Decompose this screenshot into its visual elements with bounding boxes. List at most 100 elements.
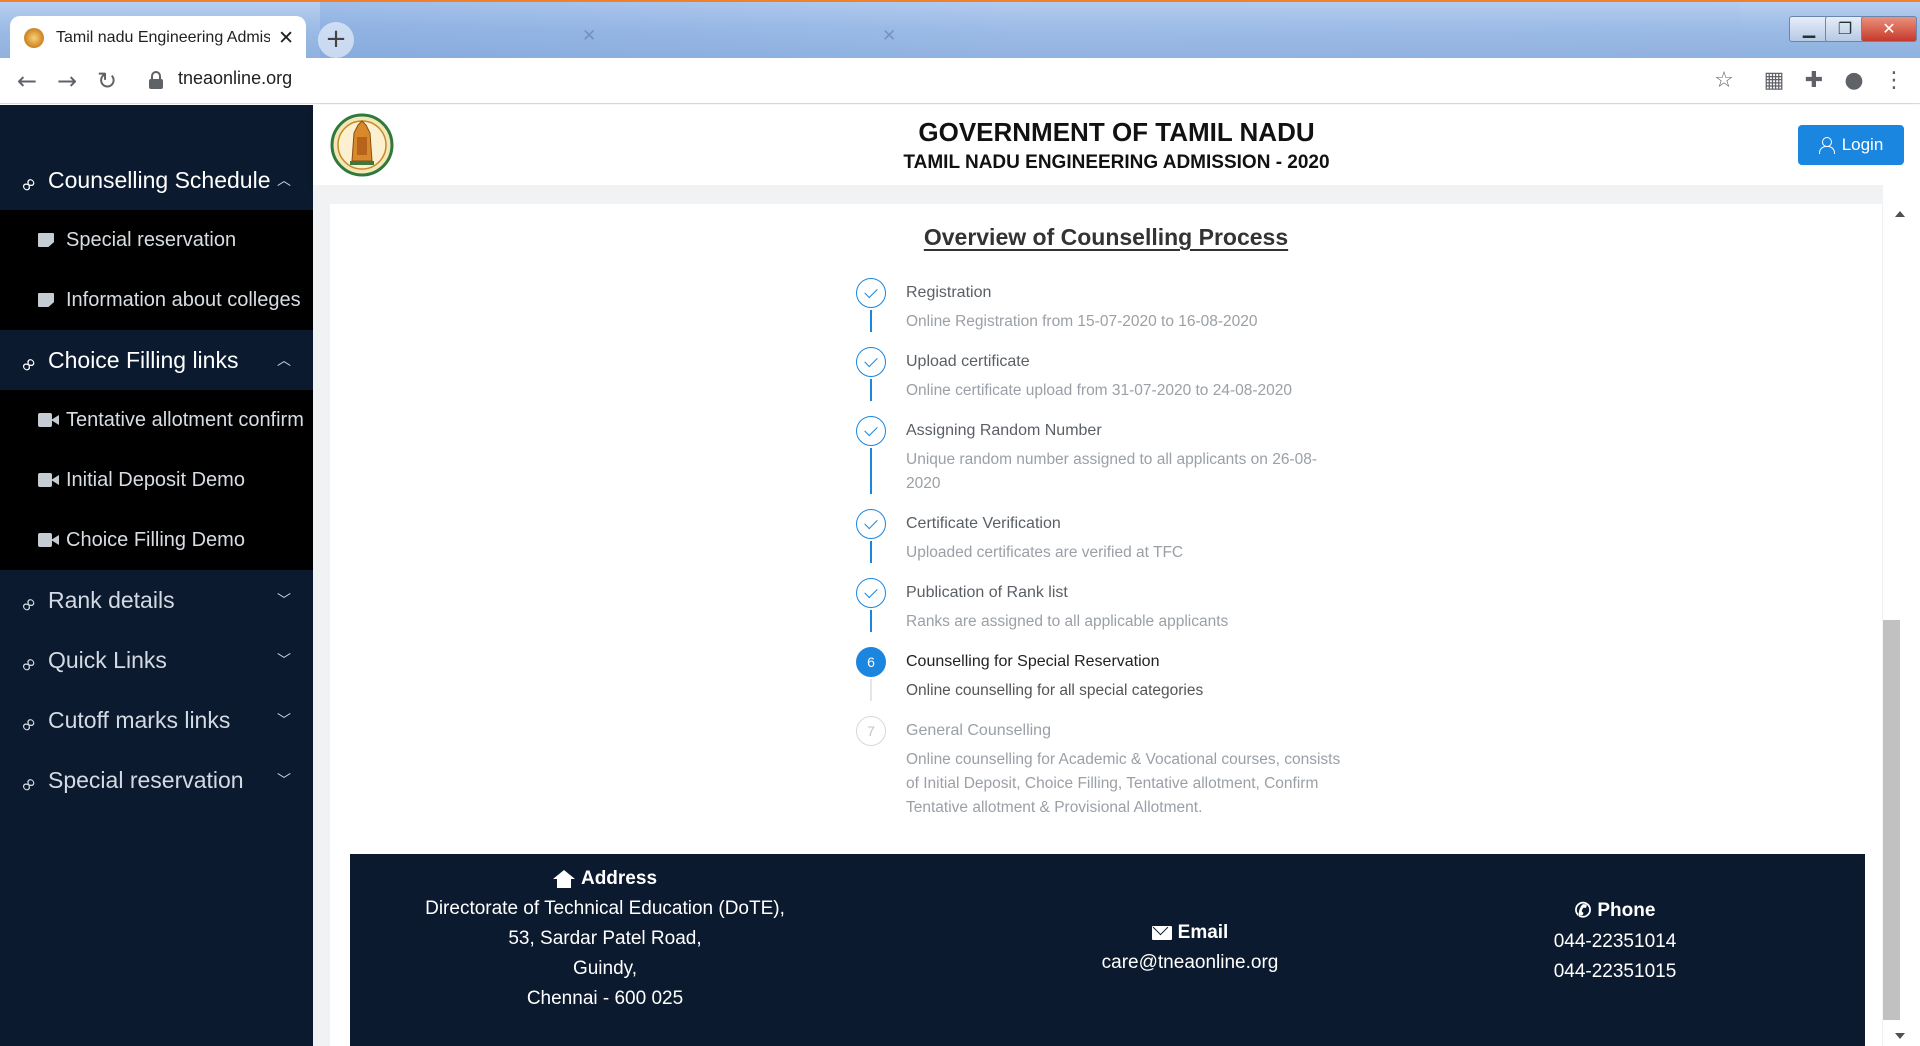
tab-strip: ✕ ✕ Tamil nadu Engineering Admissio ✕ + … [0, 2, 1920, 60]
sidebar-item-tentative-allotment-confirm[interactable]: Tentative allotment confirm [0, 390, 313, 450]
sidebar-section-label: Choice Filling links [48, 346, 239, 373]
profile-avatar-icon[interactable]: ● [1840, 67, 1868, 95]
sidebar-item-label: Tentative allotment confirm [66, 408, 304, 431]
scroll-up-arrow-icon[interactable] [1895, 211, 1905, 217]
sidebar-item-label: Choice Filling Demo [66, 528, 245, 551]
scroll-down-arrow-icon[interactable] [1895, 1033, 1905, 1039]
background-tab[interactable] [626, 26, 866, 54]
home-icon [552, 870, 575, 888]
email-heading-label: Email [1177, 922, 1229, 943]
step-title: Assigning Random Number [906, 422, 1102, 439]
sidebar-section-label: Rank details [48, 586, 175, 613]
step-title: Counselling for Special Reservation [906, 653, 1160, 670]
check-circle-icon [856, 278, 886, 308]
reload-icon[interactable]: ↻ [92, 66, 122, 96]
chevron-up-icon: ︿ [277, 353, 291, 369]
step-description: Ranks are assigned to all applicable app… [906, 613, 1229, 630]
timeline-connector [870, 379, 872, 401]
video-camera-icon [38, 533, 60, 547]
sidebar-section-choice-filling-links[interactable]: ∞ Choice Filling links ︿ [0, 330, 313, 390]
sidebar: ∞ Counselling Schedule ︿ Special reserva… [0, 105, 313, 1046]
sidebar-item-initial-deposit-demo[interactable]: Initial Deposit Demo [0, 450, 313, 510]
phone-number[interactable]: 044-22351015 [1515, 957, 1715, 987]
lock-icon[interactable] [149, 71, 163, 89]
step-description: Online counselling for all special categ… [906, 682, 1204, 699]
note-icon [38, 293, 54, 307]
browser-menu-icon[interactable]: ⋮ [1880, 67, 1908, 95]
login-label: Login [1841, 135, 1884, 154]
step-number-badge: 6 [856, 647, 886, 677]
step-description: Online counselling for Academic & Vocati… [906, 751, 1341, 816]
page-scrollbar[interactable] [1883, 185, 1920, 1046]
phone-number[interactable]: 044-22351014 [1515, 927, 1715, 957]
sidebar-section-label: Counselling Schedule [48, 166, 271, 193]
link-icon: ∞ [13, 709, 43, 739]
step-number-badge: 7 [856, 716, 886, 746]
link-icon: ∞ [13, 769, 43, 799]
address-heading: Address [400, 868, 810, 890]
new-tab-button[interactable]: + [318, 22, 354, 58]
tab-title: Tamil nadu Engineering Admissio [56, 29, 271, 46]
apps-grid-icon[interactable]: ▦ [1760, 67, 1788, 95]
note-icon [38, 233, 54, 247]
extensions-puzzle-icon[interactable]: ✚ [1800, 67, 1828, 95]
step-description: Uploaded certificates are verified at TF… [906, 544, 1184, 561]
sidebar-item-special-reservation[interactable]: Special reservation [0, 210, 313, 270]
bookmark-star-icon[interactable]: ☆ [1710, 67, 1738, 95]
step-title: General Counselling [906, 722, 1051, 739]
scrollbar-thumb[interactable] [1883, 620, 1900, 1020]
site-favicon-icon [24, 28, 44, 48]
sidebar-section-special-reservation[interactable]: ∞ Special reservation ﹀ [0, 750, 313, 810]
sidebar-section-label: Special reservation [48, 766, 244, 793]
address-bar[interactable]: tneaonline.org [178, 68, 292, 89]
back-arrow-icon[interactable]: ← [12, 66, 42, 96]
step-title: Certificate Verification [906, 515, 1061, 532]
video-camera-icon [38, 473, 60, 487]
step-description: Online certificate upload from 31-07-202… [906, 382, 1293, 399]
envelope-icon [1151, 926, 1172, 940]
step-description: Unique random number assigned to all app… [906, 451, 1317, 492]
timeline-connector [870, 679, 872, 701]
address-line: 53, Sardar Patel Road, [508, 928, 702, 949]
sidebar-section-cutoff-marks-links[interactable]: ∞ Cutoff marks links ﹀ [0, 690, 313, 750]
sidebar-item-label: Special reservation [66, 228, 237, 251]
active-tab[interactable]: Tamil nadu Engineering Admissio ✕ [10, 16, 306, 60]
background-tab-close-icon[interactable]: ✕ [882, 26, 896, 46]
browser-toolbar: ← → ↻ tneaonline.org ☆ ▦ ✚ ● ⋮ [0, 58, 1920, 104]
link-icon: ∞ [13, 169, 43, 199]
email-heading: Email [1090, 922, 1290, 944]
login-button[interactable]: Login [1798, 125, 1904, 165]
overview-title: Overview of Counselling Process [923, 224, 1289, 250]
sidebar-section-quick-links[interactable]: ∞ Quick Links ﹀ [0, 630, 313, 690]
address-line: Directorate of Technical Education (DoTE… [425, 898, 785, 919]
user-icon [1818, 137, 1835, 154]
check-circle-icon [856, 416, 886, 446]
check-circle-icon [856, 347, 886, 377]
tab-close-icon[interactable]: ✕ [278, 27, 294, 49]
chevron-down-icon: ﹀ [277, 773, 291, 789]
chevron-down-icon: ﹀ [277, 713, 291, 729]
chevron-down-icon: ﹀ [277, 593, 291, 609]
sidebar-item-choice-filling-demo[interactable]: Choice Filling Demo [0, 510, 313, 570]
step-title: Upload certificate [906, 353, 1030, 370]
contact-footer: Address Directorate of Technical Educati… [350, 854, 1865, 1046]
background-tab[interactable] [356, 26, 556, 54]
sidebar-section-rank-details[interactable]: ∞ Rank details ﹀ [0, 570, 313, 630]
step-title: Publication of Rank list [906, 584, 1068, 601]
sidebar-item-information-about-colleges[interactable]: Information about colleges [0, 270, 313, 330]
address-line: Chennai - 600 025 [526, 988, 684, 1009]
sidebar-section-counselling-schedule[interactable]: ∞ Counselling Schedule ︿ [0, 150, 313, 210]
check-circle-icon [856, 509, 886, 539]
address-block: Address Directorate of Technical Educati… [400, 868, 810, 1014]
background-tab-close-icon[interactable]: ✕ [582, 26, 596, 46]
sidebar-section-label: Quick Links [48, 646, 167, 673]
forward-arrow-icon[interactable]: → [52, 66, 82, 96]
chevron-up-icon: ︿ [277, 173, 291, 189]
minimize-button[interactable]: ▁ [1789, 16, 1829, 42]
link-icon: ∞ [13, 349, 43, 379]
email-link[interactable]: care@tneaonline.org [1090, 948, 1290, 978]
page-subtitle: TAMIL NADU ENGINEERING ADMISSION - 2020 [903, 152, 1330, 173]
maximize-button[interactable]: ❐ [1825, 16, 1865, 42]
site-header: GOVERNMENT OF TAMIL NADU TAMIL NADU ENGI… [313, 105, 1920, 185]
window-close-button[interactable]: ✕ [1861, 16, 1917, 42]
